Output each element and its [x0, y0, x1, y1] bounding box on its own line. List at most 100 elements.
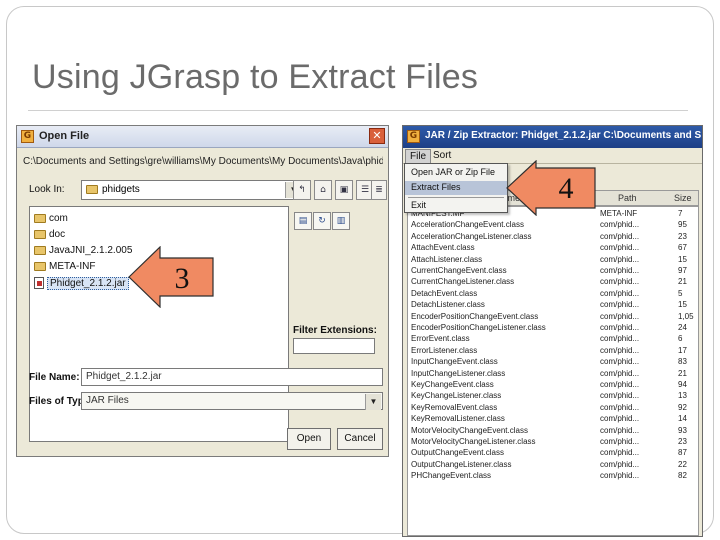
- table-row[interactable]: KeyRemovalListener.class com/phid... 14: [408, 414, 698, 425]
- table-cell-path: com/phid...: [600, 380, 640, 389]
- table-row[interactable]: KeyRemovalEvent.class com/phid... 92: [408, 402, 698, 414]
- table-cell-size: 93: [678, 425, 687, 435]
- table-cell-name: MotorVelocityChangeEvent.class: [411, 425, 528, 435]
- table-row[interactable]: DetachEvent.class com/phid... 5: [408, 288, 698, 300]
- table-row[interactable]: ErrorEvent.class com/phid... 6: [408, 334, 698, 345]
- table-cell-name: KeyChangeListener.class: [411, 391, 502, 401]
- table-cell-size: 21: [678, 368, 687, 378]
- filter-extensions-input[interactable]: [293, 338, 375, 354]
- table-cell-size: 92: [678, 402, 687, 412]
- table-cell-size: 67: [678, 243, 687, 253]
- filter-extensions-label: Filter Extensions:: [293, 325, 377, 336]
- table-cell-name: InputChangeListener.class: [411, 368, 506, 378]
- jar-window-title: JAR / Zip Extractor: Phidget_2.1.2.jar C…: [425, 130, 702, 141]
- table-cell-path: com/phid...: [600, 448, 640, 458]
- table-cell-size: 24: [678, 323, 687, 332]
- new-folder-icon[interactable]: ▣: [335, 180, 353, 200]
- table-cell-name: KeyRemovalListener.class: [411, 414, 505, 424]
- table-row[interactable]: OutputChangeListener.class com/phid... 22: [408, 460, 698, 471]
- table-row[interactable]: ErrorListener.class com/phid... 17: [408, 345, 698, 357]
- table-row[interactable]: AccelerationChangeEvent.class com/phid...…: [408, 220, 698, 231]
- menu-file[interactable]: File: [405, 149, 432, 164]
- column-header-size[interactable]: Size: [674, 193, 692, 203]
- menu-item-extract-files[interactable]: Extract Files: [405, 181, 507, 195]
- table-cell-name: KeyChangeEvent.class: [411, 380, 494, 389]
- table-cell-path: com/phid...: [600, 357, 640, 367]
- table-cell-name: PHChangeEvent.class: [411, 471, 492, 481]
- table-cell-size: 17: [678, 345, 687, 355]
- look-in-dropdown[interactable]: phidgets ▼: [81, 180, 303, 200]
- table-row[interactable]: CurrentChangeEvent.class com/phid... 97: [408, 266, 698, 277]
- table-cell-name: AccelerationChangeEvent.class: [411, 220, 524, 230]
- current-path: C:\Documents and Settings\gre\williams\M…: [23, 156, 383, 167]
- table-row[interactable]: AttachEvent.class com/phid... 67: [408, 243, 698, 254]
- jar-file-icon: [34, 277, 44, 289]
- table-cell-name: AccelerationChangeListener.class: [411, 231, 532, 241]
- table-row[interactable]: DetachListener.class com/phid... 15: [408, 300, 698, 311]
- table-row[interactable]: EncoderPositionChangeListener.class com/p…: [408, 323, 698, 334]
- table-row[interactable]: MotorVelocityChangeListener.class com/phi…: [408, 437, 698, 448]
- slide-title: Using JGrasp to Extract Files: [32, 58, 479, 96]
- chevron-down-icon[interactable]: ▼: [365, 394, 381, 410]
- table-row[interactable]: PHChangeEvent.class com/phid... 82: [408, 471, 698, 482]
- list-item[interactable]: JavaJNI_2.1.2.005: [34, 245, 132, 261]
- table-row[interactable]: InputChangeListener.class com/phid... 21: [408, 368, 698, 380]
- folder-icon: [34, 213, 46, 223]
- table-cell-name: DetachListener.class: [411, 300, 485, 310]
- table-row[interactable]: OutputChangeEvent.class com/phid... 87: [408, 448, 698, 459]
- file-name-input[interactable]: Phidget_2.1.2.jar: [81, 368, 383, 386]
- table-row[interactable]: KeyChangeEvent.class com/phid... 94: [408, 380, 698, 391]
- folder-icon: [34, 229, 46, 239]
- cancel-button[interactable]: Cancel: [337, 428, 383, 450]
- menu-sort[interactable]: Sort: [429, 149, 455, 162]
- callout-label-3: 3: [174, 262, 190, 295]
- table-row[interactable]: CurrentChangeListener.class com/phid... 21: [408, 277, 698, 288]
- table-cell-path: com/phid...: [600, 220, 640, 230]
- menu-item-exit[interactable]: Exit: [405, 199, 507, 213]
- table-cell-path: com/phid...: [600, 323, 640, 332]
- list-item[interactable]: com: [34, 213, 68, 229]
- open-dialog-titlebar[interactable]: G Open File ✕: [17, 126, 388, 148]
- callout-label-4: 4: [558, 172, 574, 205]
- table-row[interactable]: AccelerationChangeListener.class com/phid…: [408, 231, 698, 243]
- refresh-icon[interactable]: ↻: [313, 212, 331, 230]
- files-of-type-dropdown[interactable]: JAR Files ▼: [81, 392, 383, 410]
- list-item[interactable]: META-INF: [34, 261, 95, 277]
- table-cell-path: com/phid...: [600, 402, 640, 412]
- table-cell-size: 5: [678, 288, 683, 298]
- table-cell-size: 95: [678, 220, 687, 230]
- archive-entries-table[interactable]: MANIFEST.MF META-INF 7 AccelerationChangeEv…: [407, 206, 699, 536]
- close-icon[interactable]: ✕: [369, 128, 385, 144]
- up-folder-icon[interactable]: ↰: [293, 180, 311, 200]
- table-row[interactable]: MotorVelocityChangeEvent.class com/phid..…: [408, 425, 698, 437]
- table-cell-path: com/phid...: [600, 231, 640, 241]
- column-header-path[interactable]: Path: [618, 193, 637, 203]
- table-row[interactable]: KeyChangeListener.class com/phid... 13: [408, 391, 698, 402]
- table-cell-size: 15: [678, 254, 687, 264]
- look-in-value: phidgets: [102, 184, 140, 195]
- look-in-label: Look In:: [29, 184, 65, 195]
- list-item-selected[interactable]: Phidget_2.1.2.jar: [34, 276, 129, 293]
- jar-window-titlebar[interactable]: G JAR / Zip Extractor: Phidget_2.1.2.jar…: [403, 126, 702, 148]
- file-view-icon[interactable]: ▤: [294, 212, 312, 230]
- table-cell-path: com/phid...: [600, 334, 640, 344]
- open-button[interactable]: Open: [287, 428, 331, 450]
- table-cell-name: EncoderPositionChangeEvent.class: [411, 311, 539, 321]
- table-cell-size: 7: [678, 209, 683, 218]
- table-row[interactable]: EncoderPositionChangeEvent.class com/phid…: [408, 311, 698, 323]
- table-cell-size: 6: [678, 334, 683, 344]
- table-row[interactable]: AttachListener.class com/phid... 15: [408, 254, 698, 266]
- list-item[interactable]: doc: [34, 229, 65, 245]
- table-row[interactable]: InputChangeEvent.class com/phid... 83: [408, 357, 698, 368]
- table-cell-name: AttachListener.class: [411, 254, 483, 264]
- table-cell-path: META-INF: [600, 209, 638, 218]
- properties-icon[interactable]: ▥: [332, 212, 350, 230]
- table-cell-name: OutputChangeEvent.class: [411, 448, 504, 458]
- jgrasp-app-icon: G: [21, 130, 34, 143]
- home-folder-icon[interactable]: ⌂: [314, 180, 332, 200]
- table-cell-path: com/phid...: [600, 288, 640, 298]
- details-view-icon[interactable]: ≣: [371, 180, 387, 200]
- menu-item-open-jar[interactable]: Open JAR or Zip File: [405, 166, 507, 180]
- menu-separator: [408, 197, 504, 198]
- table-cell-path: com/phid...: [600, 437, 640, 446]
